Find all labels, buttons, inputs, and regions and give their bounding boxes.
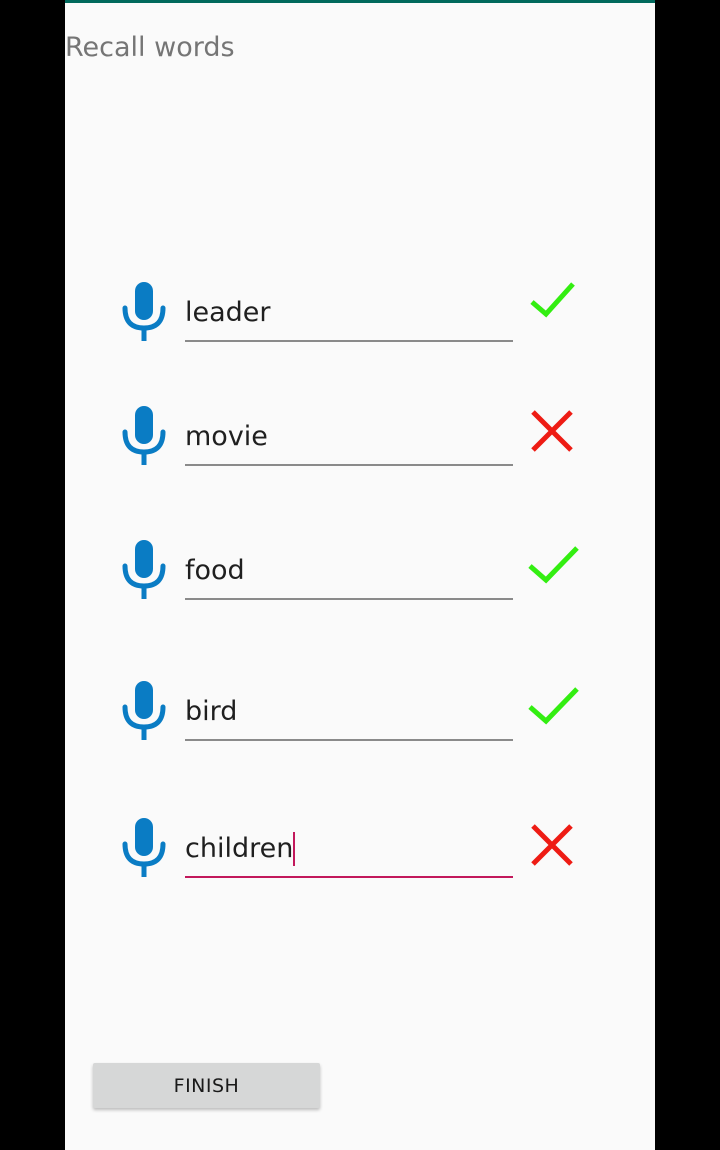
microphone-icon[interactable] bbox=[121, 681, 167, 741]
word-row-1: leader bbox=[65, 280, 655, 360]
finish-button[interactable]: FINISH bbox=[93, 1063, 320, 1108]
word-input-3[interactable]: food bbox=[185, 538, 513, 600]
microphone-icon[interactable] bbox=[121, 282, 167, 342]
status-bar-edge bbox=[65, 0, 655, 3]
microphone-icon[interactable] bbox=[121, 818, 167, 878]
microphone-icon[interactable] bbox=[121, 406, 167, 466]
word-row-3: food bbox=[65, 538, 655, 618]
cross-icon bbox=[525, 818, 581, 874]
word-input-text: bird bbox=[185, 696, 238, 727]
word-input-1[interactable]: leader bbox=[185, 280, 513, 342]
word-input-text-wrapper: children bbox=[185, 832, 296, 866]
microphone-icon[interactable] bbox=[121, 540, 167, 600]
word-input-2[interactable]: movie bbox=[185, 404, 513, 466]
recall-words-screen: Recall words leader movie food bird chil… bbox=[65, 0, 655, 1150]
checkmark-icon bbox=[525, 274, 581, 330]
text-cursor bbox=[293, 832, 296, 866]
word-input-text: food bbox=[185, 555, 245, 586]
cross-icon bbox=[525, 404, 581, 460]
word-row-4: bird bbox=[65, 679, 655, 759]
checkmark-icon bbox=[525, 538, 581, 594]
word-row-2: movie bbox=[65, 404, 655, 484]
word-input-4[interactable]: bird bbox=[185, 679, 513, 741]
page-title: Recall words bbox=[65, 32, 235, 63]
word-row-5: children bbox=[65, 816, 655, 896]
word-input-text: movie bbox=[185, 421, 268, 452]
checkmark-icon bbox=[525, 679, 581, 735]
word-input-5[interactable]: children bbox=[185, 816, 513, 878]
word-input-text: children bbox=[185, 833, 294, 864]
word-input-text: leader bbox=[185, 297, 271, 328]
